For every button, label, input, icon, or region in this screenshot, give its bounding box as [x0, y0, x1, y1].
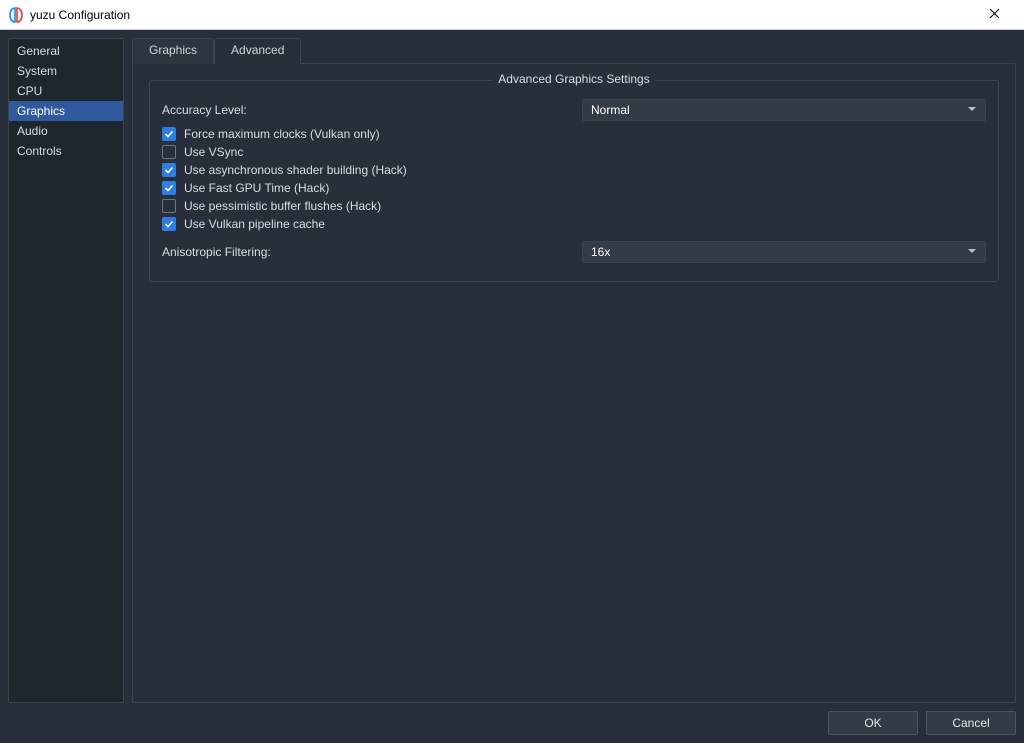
checkbox-label: Use asynchronous shader building (Hack): [184, 163, 407, 177]
titlebar: yuzu Configuration: [0, 0, 1024, 30]
dialog-button-row: OK Cancel: [8, 709, 1016, 735]
window-close-button[interactable]: [972, 0, 1016, 30]
cancel-button[interactable]: Cancel: [926, 711, 1016, 735]
sidebar: General System CPU Graphics Audio Contro…: [8, 38, 124, 703]
chevron-down-icon: [967, 245, 977, 259]
sidebar-item-graphics[interactable]: Graphics: [9, 101, 123, 121]
checkbox-label: Use VSync: [184, 145, 243, 159]
sidebar-item-cpu[interactable]: CPU: [9, 81, 123, 101]
config-window: yuzu Configuration General System CPU Gr…: [0, 0, 1024, 743]
accuracy-label: Accuracy Level:: [162, 103, 572, 117]
sidebar-item-audio[interactable]: Audio: [9, 121, 123, 141]
settings-panel: Advanced Graphics Settings Accuracy Leve…: [132, 63, 1016, 703]
tab-bar: Graphics Advanced: [132, 38, 1016, 64]
ok-button[interactable]: OK: [828, 711, 918, 735]
sidebar-item-general[interactable]: General: [9, 41, 123, 61]
checkbox-row[interactable]: Use VSync: [162, 145, 986, 159]
app-logo-icon: [8, 7, 24, 23]
main-row: General System CPU Graphics Audio Contro…: [8, 38, 1016, 703]
aniso-label: Anisotropic Filtering:: [162, 245, 572, 259]
checkbox-label: Use Fast GPU Time (Hack): [184, 181, 329, 195]
window-title: yuzu Configuration: [30, 8, 130, 22]
checkbox[interactable]: [162, 199, 176, 213]
checkbox[interactable]: [162, 127, 176, 141]
checkbox-row[interactable]: Use asynchronous shader building (Hack): [162, 163, 986, 177]
checkbox[interactable]: [162, 217, 176, 231]
tab-advanced[interactable]: Advanced: [214, 38, 301, 64]
checkbox-label: Force maximum clocks (Vulkan only): [184, 127, 380, 141]
advanced-graphics-group: Advanced Graphics Settings Accuracy Leve…: [149, 80, 999, 282]
aniso-value: 16x: [591, 245, 610, 259]
checkbox-label: Use pessimistic buffer flushes (Hack): [184, 199, 381, 213]
checkbox-row[interactable]: Use pessimistic buffer flushes (Hack): [162, 199, 986, 213]
checkbox-label: Use Vulkan pipeline cache: [184, 217, 325, 231]
checkbox-row[interactable]: Use Fast GPU Time (Hack): [162, 181, 986, 195]
content: Graphics Advanced Advanced Graphics Sett…: [132, 38, 1016, 703]
checkbox[interactable]: [162, 145, 176, 159]
aniso-select[interactable]: 16x: [582, 241, 986, 263]
accuracy-select[interactable]: Normal: [582, 99, 986, 121]
sidebar-item-system[interactable]: System: [9, 61, 123, 81]
body: General System CPU Graphics Audio Contro…: [0, 30, 1024, 743]
group-title: Advanced Graphics Settings: [492, 72, 655, 86]
close-icon: [989, 8, 1000, 22]
accuracy-row: Accuracy Level: Normal: [162, 99, 986, 121]
chevron-down-icon: [967, 103, 977, 117]
sidebar-item-controls[interactable]: Controls: [9, 141, 123, 161]
accuracy-value: Normal: [591, 103, 630, 117]
checkbox-row[interactable]: Use Vulkan pipeline cache: [162, 217, 986, 231]
checkbox-row[interactable]: Force maximum clocks (Vulkan only): [162, 127, 986, 141]
checkbox[interactable]: [162, 181, 176, 195]
tab-graphics[interactable]: Graphics: [132, 38, 214, 64]
titlebar-left: yuzu Configuration: [8, 7, 130, 23]
aniso-row: Anisotropic Filtering: 16x: [162, 241, 986, 263]
checkbox[interactable]: [162, 163, 176, 177]
